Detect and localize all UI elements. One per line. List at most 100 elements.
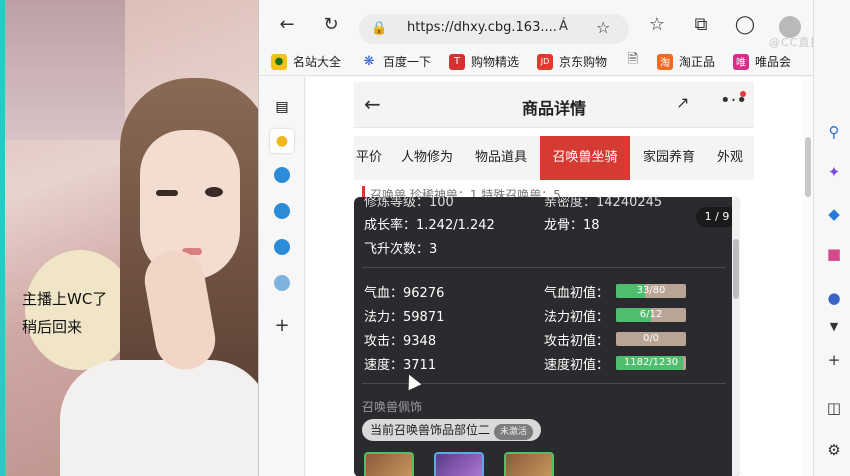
shirt [60, 360, 258, 476]
growth-rate: 成长率：1.242/1.242 [364, 218, 495, 233]
accessory-slot-label: 当前召唤兽饰品部位二 [370, 423, 491, 437]
refresh-icon[interactable]: ↻ [319, 12, 343, 36]
vip-icon: 唯 [733, 53, 749, 70]
divider [362, 267, 726, 268]
bookmark-4[interactable]: 淘 淘正品 [657, 53, 715, 70]
wall-background [5, 0, 125, 140]
bookmark-label: 购物精选 [471, 55, 520, 69]
bookmark-0[interactable]: ● 名站大全 [271, 53, 341, 70]
stat-mp-init-value: 6/12 [639, 309, 663, 320]
screen: 主播上WC了 稍后回来 ← ↻ 🔒 https://dhxy.cbg.163..… [0, 0, 850, 476]
accessory-thumbnail-2[interactable] [434, 452, 484, 476]
t-icon: T [449, 53, 465, 70]
browser-toolbar: ← ↻ 🔒 https://dhxy.cbg.163.... Á ☆ ☆ ⧉ … [259, 0, 850, 49]
intimacy: 亲密度：14240245 [544, 197, 663, 210]
pet-detail-popup: 修炼等级：100 亲密度：14240245 1 / 9 成长率：1.242/1.… [354, 197, 740, 476]
bookmark-label: 名站大全 [293, 55, 342, 69]
tab-favicon-3[interactable] [270, 235, 294, 259]
stream-border [0, 0, 5, 476]
tab-favicon-2[interactable] [270, 199, 294, 223]
new-tab-icon[interactable]: + [270, 313, 294, 337]
left-eye [156, 190, 178, 196]
address-bar[interactable]: 🔒 https://dhxy.cbg.163.... Á ☆ [359, 14, 629, 44]
stat-hp-init-value: 33/80 [636, 285, 666, 296]
tab-appearance[interactable]: 外观 [710, 136, 750, 180]
bookmark-label: 唯品会 [755, 55, 792, 69]
inactive-tag: 未激活 [494, 424, 534, 440]
jd-icon: JD [537, 53, 553, 70]
bookmark-3[interactable]: JD 京东购物 [537, 53, 607, 70]
tab-pingjia[interactable]: 平价 [354, 136, 384, 180]
stat-attack-init-value: 0/0 [642, 333, 660, 344]
favorites-icon[interactable]: ☆ [645, 12, 669, 36]
tab-character[interactable]: 人物修为 [392, 136, 462, 180]
popup-scrollbar[interactable] [732, 197, 740, 476]
globe-icon: ● [271, 53, 287, 70]
ascension-count: 飞升次数：3 [364, 242, 438, 257]
category-tabs: 平价 人物修为 物品道具 召唤兽坐骑 家园养育 外观 [354, 136, 754, 180]
tab-home[interactable]: 家园养育 [634, 136, 704, 180]
page-header: ← 商品详情 ↗ •·• [354, 82, 754, 128]
stat-attack: 攻击：9348 [364, 334, 437, 349]
tab-pets-mounts[interactable]: 召唤兽坐骑 [540, 136, 630, 180]
shopping-icon[interactable]: ◆ [824, 204, 844, 224]
bookmarks-bar: ● 名站大全 ❋ 百度一下 T 购物精选 JD 京东购物 🗎 淘 淘正品 唯 唯… [259, 48, 850, 76]
scrollbar-thumb[interactable] [805, 137, 811, 197]
bookmark-1[interactable]: ❋ 百度一下 [361, 53, 431, 70]
stat-hp-init-label: 气血初值： [544, 286, 610, 301]
tab-favicon-active[interactable]: ● [270, 129, 294, 153]
stat-speed-init-value: 1182/1230 [623, 357, 679, 368]
stat-hp-init-bar: 33/80 [616, 284, 686, 298]
stream-caption-2: 稍后回来 [22, 318, 83, 336]
settings-icon[interactable]: ⚙ [824, 440, 844, 460]
paw-icon: ❋ [363, 54, 375, 69]
tab-favicon-4[interactable] [270, 271, 294, 295]
accessory-slot-pill[interactable]: 当前召唤兽饰品部位二 未激活 [362, 419, 542, 441]
bookmark-2[interactable]: T 购物精选 [449, 53, 519, 70]
tab-panel-icon[interactable]: ▤ [270, 95, 294, 119]
stat-attack-init-bar: 0/0 [616, 332, 686, 346]
share-icon[interactable]: ↗ [676, 93, 689, 112]
bookmark-5[interactable]: 唯 唯品会 [733, 53, 791, 70]
chevron-down-icon[interactable]: ▼ [824, 316, 844, 336]
page-scrollbar[interactable] [803, 77, 813, 476]
add-favorite-icon[interactable]: ☆ [596, 18, 610, 37]
right-eye [205, 187, 223, 197]
bookmark-label: 百度一下 [383, 55, 432, 69]
url-text: https://dhxy.cbg.163.... [407, 20, 557, 35]
browser-window: ← ↻ 🔒 https://dhxy.cbg.163.... Á ☆ ☆ ⧉ … [258, 0, 850, 476]
notification-dot [740, 91, 746, 97]
accessory-thumbnail-1[interactable] [364, 452, 414, 476]
lock-icon: 🔒 [371, 21, 388, 36]
edge-icon[interactable]: ◯ [733, 12, 757, 36]
accessory-thumbnail-3[interactable] [504, 452, 554, 476]
search-icon[interactable]: ⚲ [824, 122, 844, 142]
tab-sidebar: ▤ ● + [259, 77, 305, 476]
tab-items[interactable]: 物品道具 [466, 136, 536, 180]
stat-mp: 法力：59871 [364, 310, 445, 325]
games-icon[interactable]: ● [824, 288, 844, 308]
tab-favicon-1[interactable] [270, 163, 294, 187]
sidebar-toggle-icon[interactable]: ◫ [824, 398, 844, 418]
stream-video: 主播上WC了 稍后回来 [0, 0, 258, 476]
document-icon[interactable]: 🗎 [625, 52, 647, 69]
tao-icon: 淘 [657, 53, 673, 70]
popup-scrollbar-thumb[interactable] [733, 239, 739, 299]
pillow [25, 250, 135, 370]
dragon-bone: 龙骨：18 [544, 218, 600, 233]
stat-speed-init-label: 速度初值： [544, 358, 610, 373]
stream-caption-1: 主播上WC了 [22, 290, 108, 308]
bookmark-label: 淘正品 [679, 55, 716, 69]
stat-speed: 速度：3711 [364, 358, 437, 373]
page-title: 商品详情 [521, 99, 586, 118]
bookmark-label: 京东购物 [559, 55, 608, 69]
collections-icon[interactable]: ⧉ [689, 12, 713, 36]
tools-icon[interactable]: ■ [824, 244, 844, 264]
back-icon[interactable]: ← [275, 12, 299, 36]
read-aloud-icon[interactable]: Á [559, 19, 568, 34]
stat-mp-init-bar: 6/12 [616, 308, 686, 322]
copilot-icon[interactable]: ✦ [824, 162, 844, 182]
stat-attack-init-label: 攻击初值： [544, 334, 610, 349]
stat-mp-init-label: 法力初值： [544, 310, 610, 325]
add-icon[interactable]: + [824, 350, 844, 370]
